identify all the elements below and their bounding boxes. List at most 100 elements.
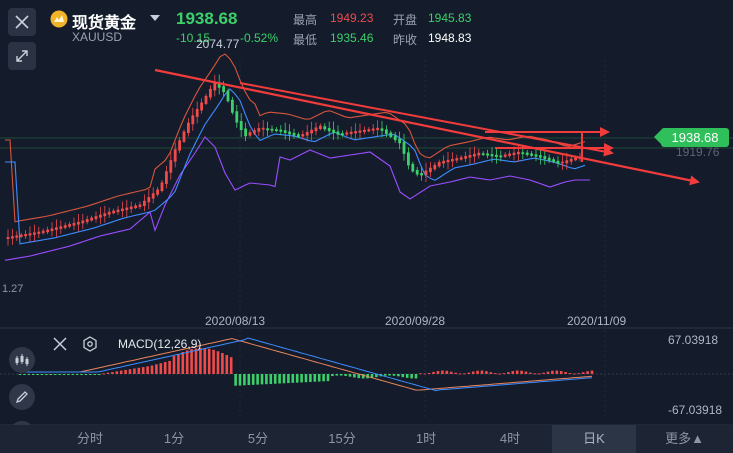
candle-body — [116, 209, 120, 213]
candle-body — [367, 129, 371, 132]
expand-button[interactable] — [8, 42, 36, 70]
candle-body — [90, 217, 93, 221]
candle-body — [112, 210, 115, 214]
macd-bar — [432, 371, 435, 374]
draw-tool-button[interactable] — [9, 384, 35, 410]
expand-icon — [16, 50, 28, 62]
macd-bar — [586, 371, 589, 374]
macd-bar — [163, 362, 167, 374]
price-change-percent: -0.52% — [240, 31, 279, 45]
macd-bar — [493, 373, 497, 375]
candle-body — [178, 140, 181, 151]
candle-body — [226, 90, 230, 102]
candle-body — [292, 132, 296, 136]
tab-1min[interactable]: 1分 — [132, 425, 216, 453]
macd-bar — [124, 369, 127, 374]
macd-bar — [551, 370, 554, 374]
candle-body — [28, 233, 32, 236]
candle-body — [332, 129, 335, 133]
candle-body — [191, 115, 195, 125]
macd-bar — [498, 373, 501, 375]
candle-body — [371, 128, 375, 131]
macd-bar — [339, 374, 343, 376]
tab-daily[interactable]: 日K — [552, 425, 636, 453]
macd-bar — [216, 351, 220, 374]
candle-body — [19, 234, 23, 237]
candle-body — [55, 227, 58, 230]
macd-bar — [137, 367, 141, 374]
macd-bar — [427, 372, 431, 374]
stat-label-low: 最低 — [293, 33, 318, 47]
tab-1hour[interactable]: 1时 — [384, 425, 468, 453]
candle-body — [94, 216, 98, 220]
candle-body — [327, 127, 331, 132]
candle-body — [121, 208, 124, 212]
tab-5min[interactable]: 5分 — [216, 425, 300, 453]
candle-body — [143, 200, 146, 206]
macd-bar — [247, 374, 251, 386]
macd-bar — [128, 369, 132, 374]
candle-style-button[interactable] — [9, 347, 35, 373]
macd-bar — [177, 353, 180, 374]
candle-body — [187, 122, 190, 133]
candle-body — [433, 164, 437, 170]
macd-bar — [331, 374, 334, 377]
macd-bar — [326, 374, 330, 382]
dropdown-caret-icon[interactable] — [150, 14, 160, 22]
macd-dif-line — [20, 338, 593, 391]
candle-body — [270, 128, 274, 131]
candle-body — [134, 205, 137, 209]
macd-bar — [23, 374, 26, 375]
candle-body — [477, 152, 481, 156]
close-button[interactable] — [8, 8, 36, 36]
chart-canvas — [0, 53, 733, 426]
candle-body — [569, 158, 573, 162]
candle-body — [253, 130, 256, 134]
candle-body — [543, 156, 547, 160]
candle-body — [517, 151, 520, 155]
macd-bar — [480, 370, 484, 374]
macd-bar — [49, 374, 53, 375]
candle-body — [380, 128, 384, 131]
candle-body — [561, 161, 564, 164]
macd-bar — [537, 373, 541, 375]
candle-body — [468, 155, 472, 158]
ghost-price-label: 1919.76 — [676, 145, 720, 159]
candle-body — [455, 158, 459, 161]
chart-app: 现货黄金 XAUUSD 1938.68 -10.15 -0.52% 最高 194… — [0, 0, 733, 453]
macd-bar — [564, 372, 567, 374]
candle-body — [310, 129, 313, 134]
tab-intraday[interactable]: 分时 — [48, 425, 132, 453]
candle-body — [6, 236, 10, 239]
candle-body — [279, 129, 283, 132]
candle-body — [499, 155, 503, 158]
tab-4hour[interactable]: 4时 — [468, 425, 552, 453]
macd-bar — [559, 371, 563, 374]
date-label-1: 2020/08/13 — [205, 314, 266, 328]
candle-body — [195, 108, 199, 117]
macd-bar — [317, 374, 321, 382]
macd-bar — [71, 374, 75, 375]
macd-bar — [84, 374, 88, 375]
candle-body — [323, 126, 327, 130]
candle-body — [341, 133, 344, 136]
macd-bar — [471, 371, 475, 374]
candle-body — [244, 128, 247, 137]
candle-body — [156, 189, 159, 195]
candle-body — [173, 149, 177, 162]
tab-more[interactable]: 更多▲ — [636, 425, 733, 453]
macd-bar — [449, 371, 453, 374]
macd-bar — [577, 373, 581, 375]
macd-bar — [401, 374, 405, 378]
macd-bar — [67, 374, 70, 375]
macd-bar — [172, 356, 176, 374]
stat-value-low: 1935.46 — [330, 31, 374, 45]
close-indicator-icon[interactable] — [53, 337, 67, 351]
tab-15min[interactable]: 15分 — [300, 425, 384, 453]
candle-body — [319, 125, 322, 129]
timeframe-tabs: 分时 1分 5分 15分 1时 4时 日K 更多▲ — [0, 425, 733, 453]
macd-bar — [115, 371, 119, 374]
candle-body — [129, 206, 133, 210]
candle-body — [451, 159, 454, 162]
settings-icon[interactable] — [82, 336, 98, 352]
